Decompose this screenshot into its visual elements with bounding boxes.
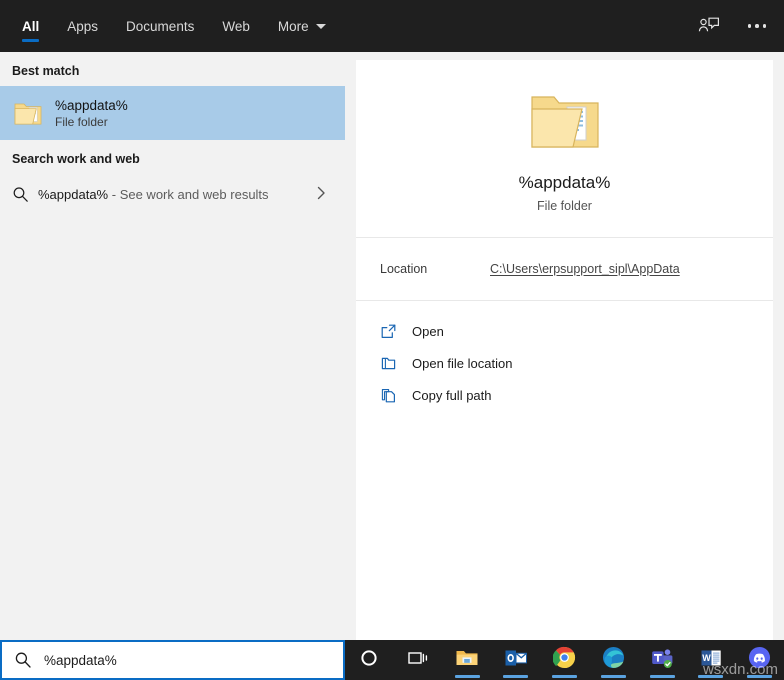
header-actions [692,0,774,52]
task-view-icon [407,648,429,673]
ellipsis-dots [748,24,767,28]
cortana-circle-icon [359,648,379,673]
preview-actions: Open Open file location [356,301,773,411]
tab-more[interactable]: More [264,0,340,52]
tab-apps[interactable]: Apps [53,0,112,52]
best-match-title: %appdata% [55,97,128,114]
preview-pane: %appdata% File folder Location C:\Users\… [356,60,773,640]
tab-more-label: More [278,19,309,34]
chevron-down-icon [316,24,326,29]
best-match-subtitle: File folder [55,114,128,130]
taskbar-item-file-explorer[interactable] [443,640,492,680]
search-header: All Apps Documents Web More [0,0,784,52]
word-icon: W [699,647,723,674]
best-match-text: %appdata% File folder [55,97,128,130]
action-copy-full-path-label: Copy full path [412,388,492,403]
tab-web-label: Web [222,19,250,34]
action-copy-full-path[interactable]: Copy full path [356,379,773,411]
best-match-result[interactable]: %appdata% File folder [0,86,345,140]
copy-icon [380,387,408,404]
taskbar-item-outlook[interactable] [491,640,540,680]
folder-icon [526,85,604,155]
taskbar-item-cortana[interactable] [345,640,394,680]
running-indicator [503,675,528,678]
tab-active-underline [22,39,39,42]
tab-documents[interactable]: Documents [112,0,208,52]
running-indicator [747,675,772,678]
web-result-row[interactable]: %appdata% - See work and web results [0,174,345,214]
preview-subtitle: File folder [537,199,592,213]
search-icon [12,186,34,203]
preview-title: %appdata% [519,171,611,195]
running-indicator [698,675,723,678]
folder-icon [10,95,46,131]
action-open[interactable]: Open [356,315,773,347]
tab-apps-label: Apps [67,19,98,34]
tab-all-label: All [22,19,39,34]
running-indicator [552,675,577,678]
best-match-heading: Best match [0,52,345,86]
results-pane: Best match %appdata% File folder Search … [0,52,345,640]
edge-icon [602,646,625,674]
ellipsis-icon[interactable] [740,9,774,43]
taskbar-item-word[interactable]: W [686,640,735,680]
web-result-label: %appdata% - See work and web results [38,187,269,202]
search-input[interactable]: %appdata% [44,653,117,668]
taskbar-item-discord[interactable] [735,640,784,680]
tab-web[interactable]: Web [208,0,264,52]
search-tabs: All Apps Documents Web More [0,0,340,52]
location-label: Location [380,262,490,276]
tab-all[interactable]: All [8,0,53,52]
svg-text:W: W [702,653,711,663]
open-external-icon [380,323,408,340]
action-open-label: Open [412,324,444,339]
action-open-file-location[interactable]: Open file location [356,347,773,379]
taskbar-item-task-view[interactable] [394,640,443,680]
running-indicator [455,675,480,678]
taskbar-item-teams[interactable] [638,640,687,680]
taskbar-search-box[interactable]: %appdata% [0,640,345,680]
file-explorer-icon [455,647,479,674]
action-open-file-location-label: Open file location [412,356,512,371]
location-value-link[interactable]: C:\Users\erpsupport_sipl\AppData [490,262,680,276]
taskbar-items: W [345,640,784,680]
chrome-icon [553,646,576,674]
discord-icon [748,646,771,674]
taskbar-item-chrome[interactable] [540,640,589,680]
teams-icon [650,647,674,674]
chevron-right-icon[interactable] [316,186,327,202]
search-icon [14,651,32,669]
search-flyout-root: All Apps Documents Web More [0,0,784,680]
web-result-suffix: - See work and web results [112,187,269,202]
tab-documents-label: Documents [126,19,194,34]
preview-header: %appdata% File folder [356,60,773,237]
taskbar-item-edge[interactable] [589,640,638,680]
web-result-query: %appdata% [38,187,108,202]
search-work-web-heading: Search work and web [0,140,345,174]
running-indicator [650,675,675,678]
folder-open-icon [380,355,408,372]
location-row: Location C:\Users\erpsupport_sipl\AppDat… [356,238,773,300]
person-feedback-icon[interactable] [692,9,726,43]
outlook-icon [504,647,528,674]
running-indicator [601,675,626,678]
